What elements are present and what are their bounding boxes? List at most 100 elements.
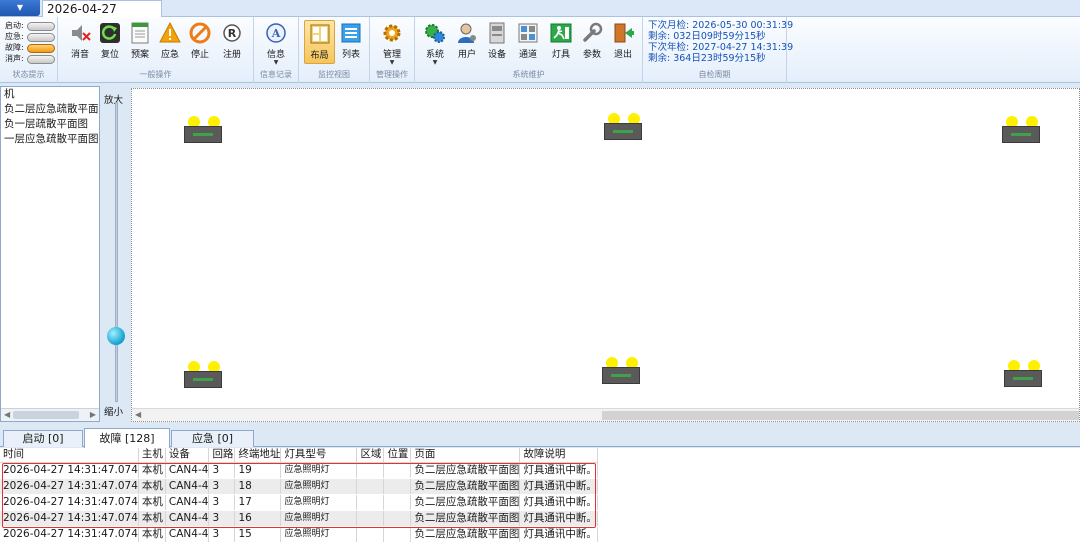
scroll-left-icon[interactable]: ◀ — [4, 410, 10, 419]
emergency-light-fixture[interactable] — [1002, 116, 1042, 146]
cell-area — [356, 478, 385, 495]
canvas-horizontal-scrollbar[interactable]: ◀ — [132, 408, 1079, 421]
col-header[interactable]: 主机 — [138, 448, 166, 463]
col-header[interactable]: 灯具型号 — [280, 448, 358, 463]
floor-plan-canvas[interactable]: ◀ — [131, 88, 1080, 422]
tab-fault[interactable]: 故障 [128] — [84, 428, 170, 448]
col-header[interactable]: 回路 — [208, 448, 236, 463]
fixture-body — [604, 123, 642, 140]
cell-loop: 3 — [208, 478, 236, 495]
cell-host: 本机 — [138, 494, 166, 511]
emergency-light-fixture[interactable] — [604, 113, 644, 143]
list-button[interactable]: 列表 — [337, 20, 365, 64]
tree-item-b2[interactable]: 负二层应急疏散平面 — [1, 102, 99, 117]
device-button[interactable]: 设备 — [483, 20, 511, 64]
monitor-group: 布局 列表 监控视图 — [299, 17, 370, 83]
zoom-knob[interactable] — [107, 327, 125, 345]
tree-horizontal-scrollbar[interactable]: ◀ ▶ — [1, 408, 99, 421]
group-label: 系统维护 — [512, 70, 545, 79]
mute-button[interactable]: 消音 — [66, 20, 94, 64]
plan-button[interactable]: 预案 — [126, 20, 154, 64]
group-label: 一般操作 — [139, 70, 172, 79]
tab-emergency[interactable]: 应急 [0] — [171, 430, 254, 447]
reset-icon — [100, 23, 120, 43]
cell-model: 应急照明灯 — [280, 462, 358, 479]
exit-sign-icon — [550, 23, 572, 43]
cell-position — [383, 478, 412, 495]
info-button[interactable]: A 信息 ▼ — [262, 20, 290, 66]
col-header[interactable]: 终端地址 — [234, 448, 282, 463]
zoom-track[interactable] — [115, 102, 118, 402]
cell-description: 灯具通讯中断。 — [519, 526, 598, 543]
zoom-out-label[interactable]: 缩小 — [104, 404, 123, 418]
layout-button[interactable]: 布局 — [304, 20, 335, 64]
fixture-body — [184, 126, 222, 143]
table-row[interactable]: 2026-04-27 14:31:47.074 本机 CAN4-4 3 16 应… — [0, 510, 598, 527]
dropdown-caret-icon: ▼ — [273, 59, 279, 66]
info-group: A 信息 ▼ 信息记录 — [254, 17, 299, 83]
dropdown-caret-icon: ▼ — [432, 59, 438, 66]
reset-button[interactable]: 复位 — [96, 20, 124, 64]
emergency-light-fixture[interactable] — [184, 361, 224, 391]
cell-area — [356, 462, 385, 479]
zoom-in-label[interactable]: 放大 — [104, 92, 123, 106]
parameters-button[interactable]: 参数 — [578, 20, 606, 64]
group-label: 信息记录 — [260, 70, 292, 79]
cell-time: 2026-04-27 14:31:47.074 — [0, 526, 139, 543]
datetime-tab[interactable]: 2026-04-27 14:32:24 — [42, 0, 162, 32]
manage-button[interactable]: 管理 ▼ — [378, 20, 406, 66]
tree-item-f1[interactable]: 一层应急疏散平面图 — [1, 132, 99, 147]
cell-description: 灯具通讯中断。 — [519, 478, 598, 495]
table-row[interactable]: 2026-04-27 14:31:47.074 本机 CAN4-4 3 19 应… — [0, 462, 598, 479]
cell-time: 2026-04-27 14:31:47.074 — [0, 462, 139, 479]
tree-item-host[interactable]: 机 — [1, 87, 99, 102]
scroll-left-icon[interactable]: ◀ — [135, 410, 141, 419]
cell-time: 2026-04-27 14:31:47.074 — [0, 478, 139, 495]
channel-button[interactable]: 通道 — [514, 20, 542, 64]
col-header[interactable]: 设备 — [165, 448, 210, 463]
cell-address: 19 — [234, 462, 282, 479]
app-menu-button[interactable]: ▼ — [0, 0, 40, 16]
table-row[interactable]: 2026-04-27 14:31:47.074 本机 CAN4-4 3 18 应… — [0, 478, 598, 495]
emergency-light-fixture[interactable] — [184, 116, 224, 146]
cell-page: 负二层应急疏散平面图 — [410, 526, 521, 543]
cell-position — [383, 462, 412, 479]
cell-page: 负二层应急疏散平面图 — [410, 494, 521, 511]
status-fault: 故障: — [5, 43, 57, 53]
cell-area — [356, 494, 385, 511]
manage-group: 管理 ▼ 管理操作 — [370, 17, 415, 83]
col-header[interactable]: 区域 — [356, 448, 385, 463]
scroll-thumb[interactable] — [13, 411, 79, 419]
system-button[interactable]: 系统 ▼ — [421, 20, 449, 66]
stop-button[interactable]: 停止 — [186, 20, 214, 64]
emergency-light-fixture[interactable] — [602, 357, 642, 387]
cell-host: 本机 — [138, 478, 166, 495]
col-header[interactable]: 故障说明 — [519, 448, 598, 463]
gear-icon — [383, 24, 401, 42]
col-header[interactable]: 页面 — [410, 448, 521, 463]
cell-loop: 3 — [208, 462, 236, 479]
table-row[interactable]: 2026-04-27 14:31:47.074 本机 CAN4-4 3 17 应… — [0, 494, 598, 511]
status-start: 启动: — [5, 21, 57, 31]
exit-button[interactable]: 退出 — [609, 20, 637, 64]
list-icon — [341, 23, 361, 43]
scroll-right-icon[interactable]: ▶ — [90, 410, 96, 419]
table-row[interactable]: 2026-04-27 14:31:47.074 本机 CAN4-4 3 15 应… — [0, 526, 598, 543]
tab-start[interactable]: 启动 [0] — [3, 430, 83, 447]
emergency-button[interactable]: 应急 — [156, 20, 184, 64]
user-button[interactable]: 用户 — [453, 20, 481, 64]
group-label: 自检周期 — [698, 70, 731, 79]
registered-icon: R — [223, 24, 241, 42]
col-header[interactable]: 位置 — [383, 448, 412, 463]
scroll-thumb[interactable] — [602, 411, 1079, 420]
col-header[interactable]: 时间 — [0, 448, 139, 463]
fixture-button[interactable]: 灯具 — [547, 20, 575, 64]
exit-door-icon — [614, 23, 634, 43]
svg-text:R: R — [228, 27, 237, 40]
cell-model: 应急照明灯 — [280, 478, 358, 495]
cell-device: CAN4-4 — [165, 478, 210, 495]
register-button[interactable]: R 注册 — [218, 20, 246, 64]
emergency-light-fixture[interactable] — [1004, 360, 1044, 390]
tree-item-b1[interactable]: 负一层疏散平面图 — [1, 117, 99, 132]
status-indicator-on — [27, 44, 55, 53]
